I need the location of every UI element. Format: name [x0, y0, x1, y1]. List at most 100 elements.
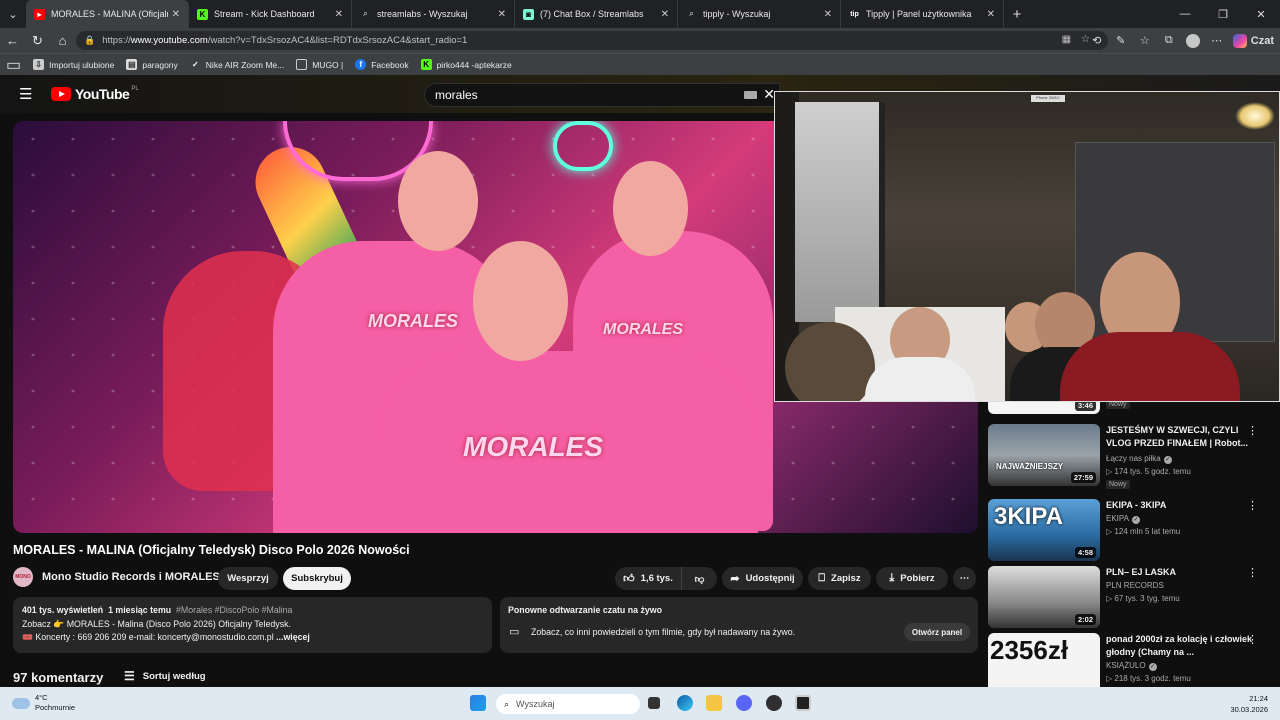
- reload-icon[interactable]: ↻: [25, 33, 50, 49]
- more-options-icon[interactable]: ⋮: [1247, 633, 1258, 646]
- sort-comments-button[interactable]: ☰ Sortuj według: [124, 669, 206, 683]
- more-menu-icon[interactable]: ⋯: [1205, 34, 1229, 47]
- channel-name[interactable]: Mono Studio Records i MORALES: [42, 571, 220, 583]
- dislike-button[interactable]: 👎︎: [681, 567, 717, 590]
- save-button[interactable]: ⎕ Zapisz: [808, 567, 871, 590]
- region-code: PL: [131, 86, 139, 92]
- bookmark-label: Importuj ulubione: [49, 59, 115, 70]
- keyboard-icon[interactable]: [744, 91, 757, 99]
- description-box[interactable]: 401 tys. wyświetleń 1 miesiąc temu #Mora…: [13, 597, 492, 653]
- neon-sign-cyan: [553, 121, 613, 171]
- like-button[interactable]: 👍︎ 1,6 tys.: [615, 567, 681, 590]
- share-button[interactable]: ➦ Udostępnij: [722, 567, 803, 590]
- download-button[interactable]: ⤓ Pobierz: [876, 567, 948, 590]
- extensions-icon[interactable]: ⟲: [1085, 34, 1109, 47]
- youtube-logo[interactable]: YouTube PL: [51, 86, 139, 102]
- close-window-icon[interactable]: ✕: [1242, 8, 1280, 21]
- more-actions-button[interactable]: ⋯: [953, 567, 976, 590]
- app-icon[interactable]: [795, 695, 811, 711]
- favorites-icon[interactable]: ☆: [1133, 34, 1157, 47]
- related-video-item[interactable]: 2:02 PLN– EJ LASKA PLN RECORDS ▷ 67 tys.…: [988, 566, 1280, 633]
- more-icon: ⋯: [959, 573, 970, 584]
- more-options-icon[interactable]: ⋮: [1247, 566, 1258, 579]
- webcam-overlay[interactable]: Phone 2W1C: [774, 91, 1280, 402]
- bookmark-paragony[interactable]: ▤ paragony: [126, 59, 178, 70]
- hashtags[interactable]: #Morales #DiscoPolo #Malina: [176, 605, 292, 615]
- related-video-item[interactable]: NAJWAŻNIEJSZY 27:59 JESTEŚMY W SZWECJI, …: [988, 424, 1280, 491]
- bookmark-facebook[interactable]: f Facebook: [355, 59, 409, 70]
- home-icon[interactable]: ⌂: [50, 33, 75, 48]
- maximize-icon[interactable]: ❐: [1204, 8, 1242, 21]
- search-input[interactable]: morales ✕: [424, 83, 780, 107]
- weather-widget[interactable]: 4°C Pochmurnie: [12, 693, 75, 713]
- tab-kick-dashboard[interactable]: K Stream - Kick Dashboard ✕: [189, 0, 352, 28]
- related-video-channel: Łączy nas piłka ✓: [1106, 454, 1172, 464]
- description-line-3: 🎟️ Koncerty : 669 206 209 e-mail: koncer…: [22, 631, 483, 645]
- close-tab-icon[interactable]: ✕: [335, 9, 343, 20]
- search-icon: ⌕: [504, 698, 510, 709]
- close-tab-icon[interactable]: ✕: [661, 9, 669, 20]
- ceiling-lamp: [1235, 102, 1275, 130]
- new-tab-button[interactable]: +: [1004, 6, 1030, 23]
- tab-actions-icon[interactable]: ⌄: [0, 0, 26, 28]
- bookmark-nike[interactable]: ✓ Nike AIR Zoom Me...: [190, 59, 284, 70]
- tab-chat-box[interactable]: ◙ (7) Chat Box / Streamlabs ✕: [515, 0, 678, 28]
- close-tab-icon[interactable]: ✕: [824, 9, 832, 20]
- bookmark-import[interactable]: ⇩ Importuj ulubione: [33, 59, 114, 70]
- bookmark-mugo[interactable]: MUGO |: [296, 59, 343, 70]
- taskbar-search[interactable]: ⌕ Wyszukaj: [496, 694, 640, 714]
- system-clock[interactable]: 21:24 30.03.2026: [1230, 693, 1268, 715]
- share-label: Udostępnij: [745, 573, 795, 584]
- more-options-icon[interactable]: ⋮: [1247, 499, 1258, 512]
- back-icon[interactable]: ←: [0, 33, 25, 48]
- related-video-item[interactable]: 3KIPA 4:58 EKIPA - 3KIPA EKIPA ✓ ▷ 124 ml…: [988, 499, 1280, 566]
- support-button[interactable]: Wesprzyj: [218, 567, 278, 590]
- menu-icon[interactable]: ☰: [19, 85, 32, 103]
- related-video-title: EKIPA - 3KIPA: [1106, 500, 1167, 510]
- profile-avatar[interactable]: [1185, 33, 1200, 48]
- close-tab-icon[interactable]: ✕: [987, 9, 995, 20]
- windows-taskbar: 4°C Pochmurnie ⌕ Wyszukaj 21:24 30.03.2026: [0, 687, 1280, 720]
- windows-start-icon[interactable]: [470, 695, 486, 711]
- video-thumbnail: 2356zł: [988, 633, 1100, 687]
- bookmark-pirko[interactable]: Kpirko444 -aptekarze: [420, 59, 512, 70]
- bookmarks-menu-icon[interactable]: ▭: [6, 55, 21, 75]
- tab-streamlabs-search[interactable]: ⌕ streamlabs - Wyszukaj ✕: [352, 0, 515, 28]
- subscribe-button[interactable]: Subskrybuj: [283, 567, 351, 590]
- tab-title: MORALES - MALINA (Oficjalny Tel...: [51, 9, 168, 19]
- discord-icon[interactable]: [736, 695, 752, 711]
- related-video-item[interactable]: 2356zł ponad 2000zł za kolację i człowie…: [988, 633, 1280, 687]
- channel-avatar[interactable]: MONO: [13, 567, 33, 587]
- task-view-icon[interactable]: [648, 697, 660, 709]
- minimize-icon[interactable]: —: [1166, 8, 1204, 20]
- close-tab-icon[interactable]: ✕: [498, 9, 506, 20]
- browser-tools: ⟲ ✎ ☆ ⧉ ⋯ Czat: [1085, 28, 1280, 53]
- related-video-channel: PLN RECORDS: [1106, 581, 1164, 590]
- url-field[interactable]: 🔒 https://www.youtube.com/watch?v=TdxSrs…: [76, 31, 1108, 50]
- more-options-icon[interactable]: ⋮: [1247, 424, 1258, 437]
- bookmarks-bar: ▭ ⇩ Importuj ulubione ▤ paragony ✓ Nike AIR…: [0, 53, 1280, 75]
- open-panel-button[interactable]: Otwórz panel: [904, 623, 970, 641]
- tab-tipply-search[interactable]: ⌕ tipply - Wyszukaj ✕: [678, 0, 841, 28]
- channel-label: KSIĄŻULO: [1106, 661, 1146, 670]
- show-more-link[interactable]: ...więcej: [276, 632, 310, 642]
- copilot-button[interactable]: Czat: [1229, 33, 1274, 48]
- tab-tipply-panel[interactable]: tip Tipply | Panel użytkownika ✕: [841, 0, 1004, 28]
- collections-icon[interactable]: ⧉: [1157, 34, 1181, 47]
- chat-replay-title: Ponowne odtwarzanie czatu na żywo: [508, 605, 662, 615]
- thumbs-up-icon: 👍︎: [623, 573, 635, 585]
- bookmark-icon: ⎕: [818, 572, 826, 584]
- translate-icon[interactable]: ✎: [1109, 34, 1133, 47]
- verified-icon: ✓: [1148, 663, 1157, 671]
- hoodie-print: MORALES: [368, 311, 458, 331]
- tab-youtube[interactable]: ▸ MORALES - MALINA (Oficjalny Tel... ✕: [26, 0, 189, 28]
- file-explorer-icon[interactable]: [706, 695, 722, 711]
- thumbnail-text: NAJWAŻNIEJSZY: [996, 462, 1064, 471]
- edge-icon[interactable]: [677, 695, 693, 711]
- kick-icon: K: [420, 59, 432, 70]
- search-icon: ⌕: [689, 9, 694, 18]
- thumbnail-text: 3KIPA: [994, 503, 1063, 530]
- clock-time: 21:24: [1249, 694, 1268, 703]
- close-tab-icon[interactable]: ✕: [172, 9, 180, 20]
- obs-icon[interactable]: [766, 695, 782, 711]
